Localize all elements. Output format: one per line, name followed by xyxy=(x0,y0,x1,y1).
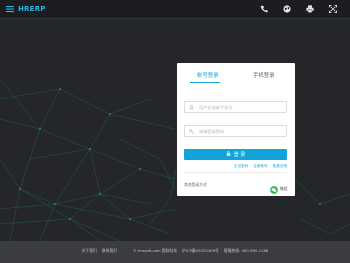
logo-text: HRERP xyxy=(18,5,46,13)
wechat-login-button[interactable]: 微信 xyxy=(270,179,288,198)
login-button-label: 登 录 xyxy=(233,152,246,158)
password-field xyxy=(184,125,287,137)
other-login-label: 其他登录方式 xyxy=(184,182,207,187)
footer: 关于我们 联系我们 © hrosoft.com 国软科技 沪ICP备050254… xyxy=(0,241,350,263)
lock-icon xyxy=(226,151,231,158)
wechat-icon xyxy=(270,179,278,198)
divider xyxy=(184,172,287,173)
printer-icon[interactable] xyxy=(305,4,315,14)
username-input[interactable] xyxy=(199,104,279,110)
login-button[interactable]: 登 录 xyxy=(184,149,287,160)
password-input[interactable] xyxy=(199,128,279,134)
free-trial-link[interactable]: 免费试用 xyxy=(273,164,287,169)
hotline-text: 客服热线: 400-990-1188 xyxy=(223,248,269,253)
globe-icon[interactable] xyxy=(282,4,292,14)
about-us-link[interactable]: 关于我们 xyxy=(82,248,97,254)
tab-mobile-login[interactable]: 手机登录 xyxy=(253,71,275,79)
wechat-label: 微信 xyxy=(280,185,288,191)
user-icon xyxy=(187,102,196,112)
top-bar: HRERP xyxy=(0,0,350,19)
login-tabs: 帐号登录 手机登录 xyxy=(177,63,295,85)
tab-account-login[interactable]: 帐号登录 xyxy=(197,71,219,79)
logo[interactable]: HRERP xyxy=(6,3,46,15)
login-panel: 帐号登录 手机登录 登 录 忘记密码 xyxy=(177,63,295,196)
key-icon xyxy=(187,126,196,136)
active-tab-indicator xyxy=(190,82,220,83)
fullscreen-icon[interactable] xyxy=(328,4,338,14)
copyright-text: © hrosoft.com 国软科技 xyxy=(133,248,177,253)
register-link[interactable]: 注册帐号 xyxy=(253,164,267,169)
forgot-password-link[interactable]: 忘记密码 xyxy=(234,164,248,169)
contact-us-link[interactable]: 联系我们 xyxy=(102,248,117,254)
phone-icon[interactable] xyxy=(259,4,269,14)
hamburger-icon[interactable] xyxy=(6,5,14,13)
username-field xyxy=(184,101,287,113)
network-background xyxy=(0,78,350,241)
auxiliary-links: 忘记密码 注册帐号 免费试用 xyxy=(234,164,287,169)
icp-number: 沪ICP备05025409号 xyxy=(182,248,219,253)
